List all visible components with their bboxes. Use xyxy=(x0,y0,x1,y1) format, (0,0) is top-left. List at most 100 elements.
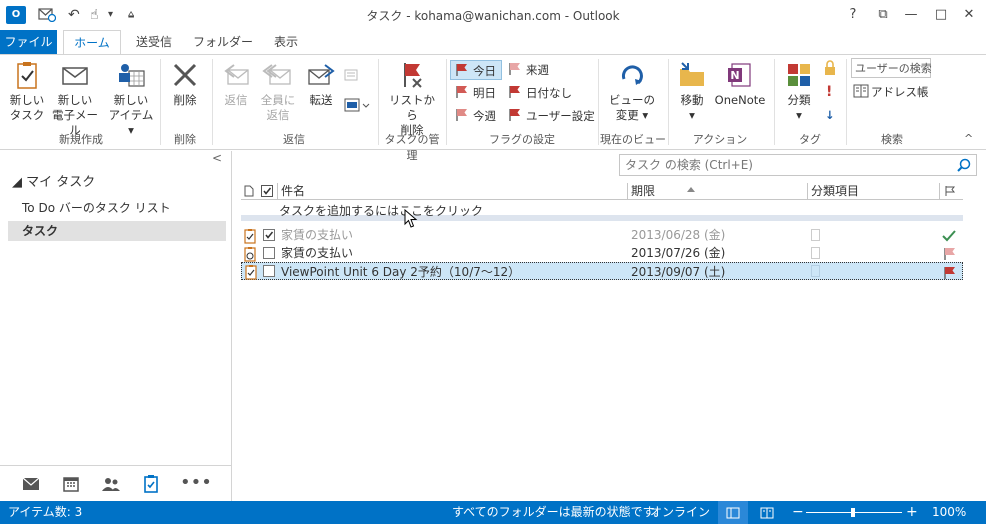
mail-icon[interactable] xyxy=(20,474,42,494)
ribbon-separator xyxy=(160,59,161,145)
task-due-date: 2013/06/28 (金) xyxy=(631,228,726,242)
column-subject[interactable]: 件名 xyxy=(281,182,305,200)
delete-button[interactable]: 削除 xyxy=(164,59,206,108)
normal-view-button[interactable] xyxy=(718,501,748,524)
close-button[interactable]: ✕ xyxy=(956,4,982,26)
categorize-label: 分類 xyxy=(787,93,811,107)
new-items-icon xyxy=(119,64,145,87)
collapse-ribbon-button[interactable]: ^ xyxy=(964,129,973,149)
flag-this-week-button[interactable]: 今週 xyxy=(455,106,496,126)
zoom-level[interactable]: 100% xyxy=(932,501,966,524)
forward-button[interactable]: 転送 xyxy=(300,59,342,108)
item-type-column-icon[interactable] xyxy=(244,185,254,197)
help-button[interactable]: ? xyxy=(840,4,866,26)
mouse-pointer-icon xyxy=(404,209,418,228)
outlook-app-icon[interactable]: O xyxy=(6,6,26,24)
private-button[interactable] xyxy=(823,60,837,80)
task-category-box[interactable] xyxy=(811,229,820,241)
send-receive-icon[interactable] xyxy=(38,6,57,24)
customize-qat-icon[interactable]: ⩠ xyxy=(128,6,134,24)
more-respond-icon[interactable] xyxy=(344,97,370,117)
ribbon-tabs: ファイル ホーム 送受信 フォルダー 表示 xyxy=(0,30,986,55)
task-due-date: 2013/09/07 (土) xyxy=(631,265,726,279)
tab-home[interactable]: ホーム xyxy=(63,30,121,55)
task-category-box[interactable] xyxy=(811,247,820,259)
zoom-in-button[interactable]: + xyxy=(906,501,918,524)
task-row[interactable]: 家賃の支払い 2013/06/28 (金) xyxy=(241,226,963,244)
tab-folder[interactable]: フォルダー xyxy=(190,30,256,54)
group-label-delete: 削除 xyxy=(174,133,196,146)
task-complete-checkbox[interactable] xyxy=(263,265,275,277)
column-category[interactable]: 分類項目 xyxy=(811,182,859,200)
search-people-input[interactable]: ユーザーの検索 xyxy=(851,58,932,78)
more-nav-icon[interactable]: ••• xyxy=(180,472,212,493)
change-view-button[interactable]: ビューの 変更 ▾ xyxy=(602,59,662,123)
column-due-date[interactable]: 期限 xyxy=(631,182,655,200)
task-category-box[interactable] xyxy=(811,265,820,277)
nav-item-todo-bar-list[interactable]: To Do バーのタスク リスト xyxy=(8,198,226,218)
add-new-task-row[interactable]: タスクを追加するにはここをクリック xyxy=(241,201,963,221)
zoom-slider[interactable] xyxy=(806,501,902,524)
minimize-folder-pane-button[interactable]: < xyxy=(212,151,222,165)
categorize-button[interactable]: 分類 ▾ xyxy=(780,59,818,123)
minimize-button[interactable]: — xyxy=(898,4,924,26)
flag-pink-icon[interactable] xyxy=(943,245,957,263)
meeting-reply-icon[interactable] xyxy=(344,67,360,87)
high-importance-icon[interactable]: ! xyxy=(826,82,832,102)
flag-tomorrow-button[interactable]: 明日 xyxy=(455,83,496,103)
maximize-button[interactable]: □ xyxy=(928,4,954,26)
flag-pink-icon xyxy=(456,109,467,121)
remove-from-list-button[interactable]: リストから 削除 xyxy=(384,59,440,138)
new-email-button[interactable]: 新しい 電子メール xyxy=(48,59,102,138)
people-icon[interactable] xyxy=(100,474,122,494)
flag-remove-icon xyxy=(404,63,422,88)
task-row[interactable]: ViewPoint Unit 6 Day 2予約（10/7～12） 2013/0… xyxy=(241,262,963,280)
new-task-button[interactable]: 新しい タスク xyxy=(4,59,50,123)
navigation-bar: ••• xyxy=(0,465,232,501)
flag-today-button[interactable]: 今日 xyxy=(450,60,502,80)
task-subject: ViewPoint Unit 6 Day 2予約（10/7～12） xyxy=(281,265,521,279)
search-tasks-input[interactable]: タスク の検索 (Ctrl+E) xyxy=(619,154,977,176)
zoom-slider-thumb[interactable] xyxy=(851,508,855,517)
flag-custom-button[interactable]: ユーザー設定 xyxy=(508,106,595,126)
complete-column-checkbox[interactable] xyxy=(261,185,273,197)
task-complete-checkbox[interactable] xyxy=(263,229,275,241)
flag-red-icon xyxy=(456,64,467,76)
new-task-label-1: 新しい xyxy=(9,93,45,107)
change-view-icon xyxy=(621,65,643,85)
undo-icon[interactable]: ↶ xyxy=(68,6,80,24)
flag-no-date-button[interactable]: 日付なし xyxy=(508,83,572,103)
recurring-task-icon xyxy=(244,247,256,262)
move-button[interactable]: 移動 ▾ xyxy=(672,59,712,123)
address-book-button[interactable]: アドレス帳 xyxy=(853,82,929,102)
nav-item-tasks[interactable]: タスク xyxy=(8,221,226,241)
touch-mode-icon[interactable]: ☝ xyxy=(90,6,99,24)
low-importance-icon[interactable]: ↓ xyxy=(825,105,835,125)
calendar-icon[interactable] xyxy=(60,474,82,494)
tab-view[interactable]: 表示 xyxy=(264,30,308,54)
tab-file[interactable]: ファイル xyxy=(0,30,57,54)
onenote-icon: N xyxy=(728,63,751,87)
reading-view-button[interactable] xyxy=(760,501,774,524)
flag-status-column-icon[interactable] xyxy=(944,185,956,197)
tab-send-receive[interactable]: 送受信 xyxy=(128,30,180,54)
my-tasks-header[interactable]: ◢ マイ タスク xyxy=(12,171,95,190)
ribbon-separator xyxy=(846,59,847,145)
flag-next-week-button[interactable]: 来週 xyxy=(508,60,549,80)
tasks-icon[interactable] xyxy=(140,474,162,494)
new-items-button[interactable]: 新しい アイテム ▾ xyxy=(104,59,158,138)
reply-all-button[interactable]: 全員に 返信 xyxy=(256,59,300,123)
task-complete-checkbox[interactable] xyxy=(263,247,275,259)
onenote-button[interactable]: N OneNote xyxy=(712,59,768,108)
flag-red-icon[interactable] xyxy=(943,264,957,282)
qat-dropdown-icon[interactable]: ▾ xyxy=(108,6,113,24)
zoom-out-button[interactable]: − xyxy=(792,501,804,524)
search-icon[interactable] xyxy=(956,157,972,173)
completed-check-icon[interactable] xyxy=(941,227,957,245)
reply-button[interactable]: 返信 xyxy=(216,59,256,108)
group-label-find: 検索 xyxy=(881,133,903,146)
change-view-label-2: 変更 ▾ xyxy=(615,108,649,122)
task-row[interactable]: 家賃の支払い 2013/07/26 (金) xyxy=(241,244,963,262)
ribbon-display-options-button[interactable]: ⧉ xyxy=(870,4,896,26)
envelope-icon xyxy=(62,67,88,85)
